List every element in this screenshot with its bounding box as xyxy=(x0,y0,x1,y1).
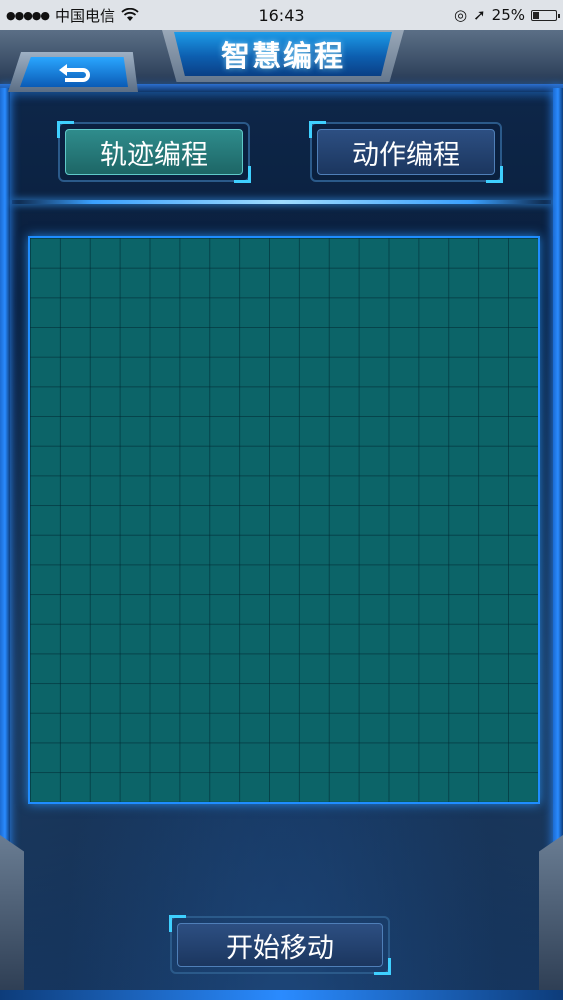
tab-action-programming[interactable]: 动作编程 xyxy=(309,121,503,183)
tab-label: 轨迹编程 xyxy=(65,129,243,175)
divider xyxy=(12,200,551,204)
signal-icon: ●●●●● xyxy=(6,8,50,22)
back-arrow-icon xyxy=(59,64,90,82)
tab-label: 动作编程 xyxy=(317,129,495,175)
battery-percent: 25% xyxy=(491,6,525,24)
tab-trajectory-programming[interactable]: 轨迹编程 xyxy=(57,121,251,183)
start-move-label: 开始移动 xyxy=(177,923,383,967)
location-icon: ➚ xyxy=(473,6,486,24)
page-title: 智慧编程 xyxy=(174,32,392,76)
status-bar: ●●●●● 中国电信 16:43 ◎ ➚ 25% xyxy=(0,0,563,30)
back-button[interactable] xyxy=(20,57,128,87)
start-move-button[interactable]: 开始移动 xyxy=(169,915,391,975)
programming-grid[interactable] xyxy=(28,236,540,804)
wifi-icon xyxy=(121,8,139,21)
battery-icon xyxy=(531,9,560,21)
orientation-lock-icon: ◎ xyxy=(453,6,468,24)
carrier-label: 中国电信 xyxy=(55,6,116,25)
frame-bottom-edge xyxy=(0,990,563,1000)
